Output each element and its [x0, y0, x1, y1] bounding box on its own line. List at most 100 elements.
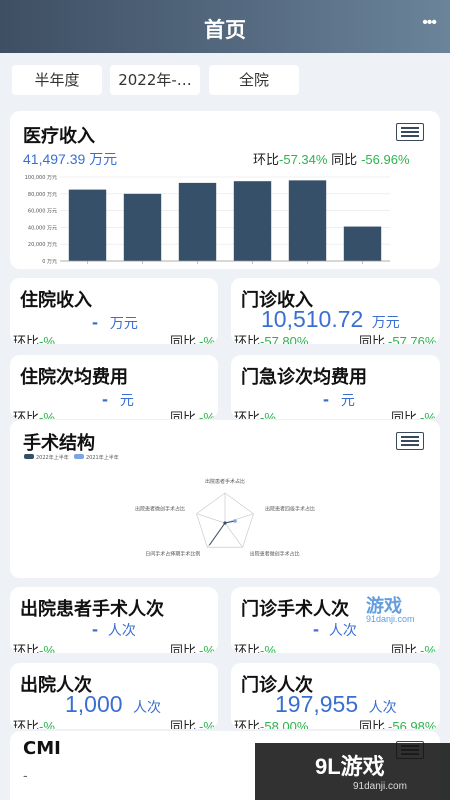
hb-value: -57.34% — [279, 152, 328, 167]
tb-label: 同比 — [170, 410, 197, 419]
radar-point[interactable] — [233, 519, 237, 523]
value-row: - 元 — [102, 389, 134, 410]
hb-label: 环比 — [13, 643, 40, 653]
value-row: - 人次 — [313, 619, 357, 640]
tb-label: 同比 — [331, 152, 358, 167]
hb-row: 环比-% — [13, 407, 55, 419]
tb-label: 同比 — [359, 334, 386, 344]
watermark-brand: 9L游戏 — [315, 754, 385, 779]
value-row: 1,000 人次 — [65, 691, 161, 718]
bar[interactable] — [288, 180, 327, 261]
watermark-logo: 9L游戏 91danji.com — [255, 743, 450, 800]
hb-label: 环比 — [234, 643, 261, 653]
metric-value: 1,000 — [65, 691, 123, 717]
tb-value: -57.76% — [388, 334, 437, 344]
y-tick-label: 0 万元 — [42, 259, 57, 265]
card-title: 住院收入 — [20, 290, 92, 311]
list-menu-icon[interactable] — [396, 123, 424, 141]
discharge-surgery-card[interactable]: 出院患者手术人次 - 人次 环比-% 同比 -% — [10, 587, 218, 653]
income-unit: 万元 — [89, 151, 118, 167]
metric-value: - — [92, 619, 98, 639]
metric-unit: 人次 — [328, 622, 357, 638]
legend-label: 2022年上半年 — [36, 454, 69, 461]
legend-swatch[interactable] — [24, 454, 34, 459]
hb-label: 环比 — [234, 334, 261, 344]
metric-unit: 人次 — [368, 699, 397, 715]
y-tick-label: 80,000 万元 — [28, 192, 57, 198]
hb-label: 环比 — [234, 410, 261, 419]
surgery-structure-card[interactable]: 手术结构 2022年上半年 2021年上半年 出院患者手术占比 出院患者四级手术占比出… — [10, 420, 440, 578]
tb-row: 同比 -% — [170, 716, 215, 729]
metric-value: - — [102, 389, 108, 409]
metric-unit: 万元 — [371, 314, 400, 330]
surgery-radar-chart: 2022年上半年 2021年上半年出院患者手术占比出院患者四级手术占比出院患者微创… — [24, 454, 315, 557]
radar-label: 出院患者手术占比 — [205, 478, 245, 485]
inpatient-avg-cost-card[interactable]: 住院次均费用 - 元 环比-% 同比 -% — [10, 355, 218, 419]
bar[interactable] — [233, 181, 272, 261]
watermark-url: 91danji.com — [366, 614, 415, 624]
value-row: - 人次 — [92, 619, 136, 640]
card-title: 门诊手术人次 — [241, 599, 349, 620]
hb-row: 环比-% — [234, 407, 276, 419]
radar-axis — [224, 522, 243, 548]
tb-row: 同比 -% — [391, 407, 436, 419]
hb-value: -% — [39, 334, 55, 344]
date-filter[interactable]: 2022年-… — [110, 65, 200, 95]
metric-value: 10,510.72 — [261, 306, 364, 332]
metric-unit: 人次 — [107, 622, 136, 638]
value-row: 10,510.72 万元 — [261, 306, 400, 333]
bar[interactable] — [178, 182, 217, 261]
y-tick-label: 20,000 万元 — [28, 242, 57, 248]
hb-row: 环比-% — [234, 640, 276, 653]
medical-income-card[interactable]: 医疗收入 41,497.39 万元 环比-57.34% 同比 -56.96% 10… — [10, 111, 440, 269]
hb-label: 环比 — [253, 152, 280, 167]
bar[interactable] — [68, 189, 107, 261]
tb-row: 同比 -% — [170, 407, 215, 419]
outpatient-visits-card[interactable]: 门诊人次 197,955 人次 环比-58.00% 同比 -56.98% — [231, 663, 440, 729]
card-title: 门急诊次均费用 — [241, 367, 367, 388]
hb-value: -58.00% — [260, 719, 309, 729]
card-title: 住院次均费用 — [20, 367, 128, 388]
hb-label: 环比 — [234, 719, 261, 729]
tb-value: -% — [199, 334, 215, 344]
card-title: CMI — [23, 738, 61, 759]
radar-point[interactable] — [223, 521, 227, 525]
tb-value: -% — [199, 719, 215, 729]
bar[interactable] — [343, 226, 382, 261]
more-dots-icon[interactable]: ••• — [422, 14, 437, 32]
hb-row: 环比-% — [13, 716, 55, 729]
legend-swatch[interactable] — [74, 454, 84, 459]
hb-label: 环比 — [13, 334, 40, 344]
discharge-visits-card[interactable]: 出院人次 1,000 人次 环比-% 同比 -% — [10, 663, 218, 729]
card-title: 医疗收入 — [23, 126, 95, 147]
tb-label: 同比 — [170, 334, 197, 344]
metric-value: - — [92, 312, 98, 332]
page-title: 首页 — [204, 18, 246, 42]
y-tick-label: 60,000 万元 — [28, 209, 57, 215]
tb-row: 同比 -56.98% — [359, 716, 436, 729]
cmi-value: - — [23, 767, 28, 783]
department-filter[interactable]: 全院 — [209, 65, 299, 95]
hb-value: -% — [39, 410, 55, 419]
radar-label: 出院患者微创手术占比 — [135, 506, 185, 513]
outpatient-income-card[interactable]: 门诊收入 10,510.72 万元 环比-57.80% 同比 -57.76% — [231, 278, 440, 344]
tb-row: 同比 -% — [170, 331, 215, 344]
radar-label: 日间手术占择期手术比例 — [145, 550, 200, 557]
bar[interactable] — [123, 193, 162, 261]
tb-label: 同比 — [170, 719, 197, 729]
period-filter[interactable]: 半年度 — [12, 65, 102, 95]
value-row: 197,955 人次 — [275, 691, 397, 718]
income-value-row: 41,497.39 万元 — [23, 149, 117, 169]
hb-value: -% — [39, 719, 55, 729]
metric-value: - — [313, 619, 319, 639]
income-compare-row: 环比-57.34% 同比 -56.96% — [253, 149, 410, 168]
emergency-avg-cost-card[interactable]: 门急诊次均费用 - 元 环比-% 同比 -% — [231, 355, 440, 419]
tb-value: -% — [420, 643, 436, 653]
metric-value: - — [323, 389, 329, 409]
hb-row: 环比-% — [13, 331, 55, 344]
tb-value: -% — [420, 410, 436, 419]
inpatient-income-card[interactable]: 住院收入 - 万元 环比-% 同比 -% — [10, 278, 218, 344]
hb-label: 环比 — [13, 410, 40, 419]
radar-series-2022[interactable] — [208, 520, 236, 546]
tb-row: 同比 -% — [170, 640, 215, 653]
